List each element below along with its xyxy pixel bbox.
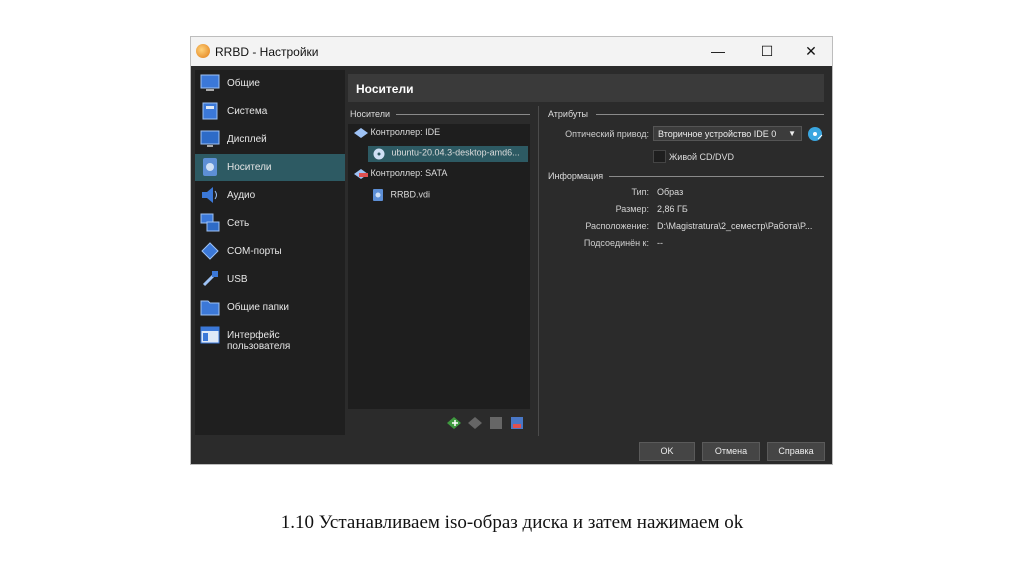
sidebar-item-network[interactable]: Сеть <box>195 210 345 237</box>
display-icon <box>200 130 220 147</box>
information-section-title: Информация <box>548 171 604 181</box>
sidebar-item-label: COM-порты <box>227 246 282 257</box>
tree-item-hard-disk[interactable]: RRBD.vdi <box>372 188 430 204</box>
remove-attachment-icon[interactable] <box>510 416 524 430</box>
info-label: Размер: <box>615 204 649 214</box>
optical-drive-value: Вторичное устройство IDE 0 <box>658 129 777 139</box>
section-divider <box>396 114 530 115</box>
help-button[interactable]: Справка <box>767 442 825 461</box>
tree-item-label: RRBD.vdi <box>390 189 431 200</box>
storage-section-title: Носители <box>350 109 391 119</box>
live-cd-checkbox[interactable] <box>653 150 666 163</box>
serial-ports-icon <box>201 242 219 260</box>
sidebar-item-label: Дисплей <box>227 134 267 145</box>
sidebar-item-system[interactable]: Система <box>195 98 345 125</box>
slide-caption: 1.10 Устанавливаем iso-образ диска и зат… <box>280 512 744 533</box>
info-value: -- <box>657 238 663 248</box>
sidebar-item-label: USB <box>227 274 248 285</box>
info-value: Образ <box>657 187 684 197</box>
sidebar-item-audio[interactable]: Аудио <box>195 182 345 209</box>
storage-tree[interactable]: Контроллер: IDE ubuntu-20.04.3-desktop-a… <box>348 124 530 409</box>
usb-icon <box>202 271 218 287</box>
optical-drive-label: Оптический привод: <box>565 129 649 139</box>
tree-item-optical-disc[interactable]: ubuntu-20.04.3-desktop-amd6... <box>368 146 528 162</box>
sidebar-item-label: Система <box>227 106 268 117</box>
tree-item-label: Контроллер: SATA <box>370 168 448 178</box>
storage-icon <box>203 158 217 176</box>
audio-icon <box>202 187 217 203</box>
panel-divider <box>538 106 539 436</box>
chevron-down-icon: ▼ <box>788 129 796 138</box>
system-icon <box>202 102 218 120</box>
ide-controller-icon <box>354 127 368 138</box>
sidebar-item-serial-ports[interactable]: COM-порты <box>195 238 345 265</box>
virtualbox-app-icon <box>196 44 210 58</box>
sidebar-item-label: Сеть <box>227 218 250 229</box>
tree-item-label: Контроллер: IDE <box>370 127 441 137</box>
minimize-button[interactable]: — <box>704 41 732 61</box>
tree-item-label: ubuntu-20.04.3-desktop-amd6... <box>391 147 520 158</box>
cancel-button[interactable]: Отмена <box>702 442 760 461</box>
title-bar[interactable]: RRBD - Настройки — ☐ ✕ <box>191 37 832 66</box>
tree-item-sata-controller[interactable]: Контроллер: SATA <box>354 168 447 182</box>
sidebar-item-label: Общие <box>227 78 260 89</box>
sidebar-item-storage[interactable]: Носители <box>195 154 345 181</box>
info-label: Подсоединён к: <box>583 238 649 248</box>
attributes-section-title: Атрибуты <box>548 109 589 119</box>
close-button[interactable]: ✕ <box>797 41 825 61</box>
sidebar-item-general[interactable]: Общие <box>195 70 345 97</box>
sidebar-item-usb[interactable]: USB <box>195 266 345 293</box>
live-cd-label: Живой CD/DVD <box>669 152 735 162</box>
sata-controller-icon <box>354 168 368 179</box>
sidebar-item-label: Носители <box>227 162 272 173</box>
info-label: Расположение: <box>585 221 649 231</box>
ok-button[interactable]: OK <box>639 442 695 461</box>
optical-disc-icon <box>373 148 385 160</box>
section-divider <box>596 114 824 115</box>
optical-drive-select[interactable]: Вторичное устройство IDE 0 ▼ <box>653 126 802 141</box>
sidebar-item-user-interface[interactable]: Интерфейс пользователя <box>195 322 345 352</box>
page-header: Носители <box>348 74 824 102</box>
info-label: Тип: <box>631 187 649 197</box>
sidebar-item-label: Общие папки <box>227 302 290 313</box>
sidebar-item-label: Интерфейс пользователя <box>227 330 291 352</box>
sidebar-item-shared-folders[interactable]: Общие папки <box>195 294 345 321</box>
general-icon <box>200 74 220 91</box>
info-value: 2,86 ГБ <box>657 204 688 214</box>
choose-disk-icon[interactable] <box>807 126 823 142</box>
user-interface-icon <box>200 326 220 344</box>
add-controller-icon[interactable] <box>447 416 461 430</box>
maximize-button[interactable]: ☐ <box>753 41 781 61</box>
sidebar-item-label: Аудио <box>227 190 256 201</box>
tree-item-ide-controller[interactable]: Контроллер: IDE <box>354 127 440 141</box>
shared-folders-icon <box>200 300 220 316</box>
hard-disk-icon <box>373 189 383 201</box>
settings-sidebar: Общие Система Дисплей Носители Аудио Сет… <box>195 70 345 435</box>
page-title: Носители <box>356 82 414 96</box>
section-divider <box>609 176 824 177</box>
info-value: D:\Magistratura\2_семестр\Работа\P... <box>657 221 813 231</box>
add-attachment-icon[interactable] <box>489 416 503 430</box>
sidebar-item-display[interactable]: Дисплей <box>195 126 345 153</box>
network-icon <box>200 213 220 232</box>
settings-window: RRBD - Настройки — ☐ ✕ Общие Система Дис… <box>190 36 833 465</box>
remove-controller-icon[interactable] <box>468 416 482 430</box>
window-title: RRBD - Настройки <box>215 45 319 59</box>
